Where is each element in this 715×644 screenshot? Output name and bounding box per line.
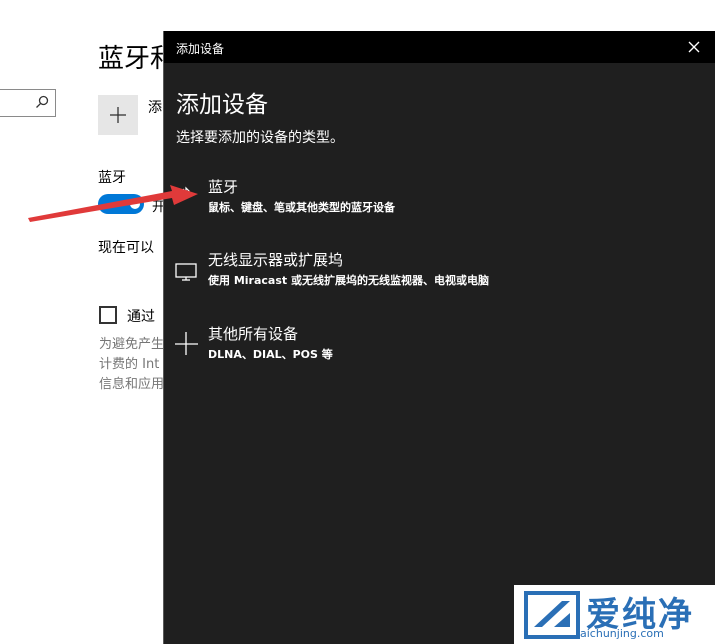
add-device-dialog: 添加设备 添加设备 选择要添加的设备的类型。 蓝牙 鼠标、键盘、笔或其他类型的蓝… bbox=[163, 31, 715, 644]
search-icon bbox=[36, 95, 49, 108]
option-other-devices[interactable]: 其他所有设备 DLNA、DIAL、POS 等 bbox=[170, 323, 690, 373]
close-icon[interactable] bbox=[687, 40, 701, 54]
option-bluetooth[interactable]: 蓝牙 鼠标、键盘、笔或其他类型的蓝牙设备 bbox=[170, 176, 690, 226]
bluetooth-icon bbox=[182, 186, 190, 200]
desc-line: 计费的 Int bbox=[99, 357, 160, 372]
watermark-url: aichunjing.com bbox=[580, 627, 664, 640]
desc-line: 信息和应用 bbox=[99, 377, 165, 392]
metered-checkbox-label: 通过 bbox=[127, 309, 155, 325]
plus-icon bbox=[110, 107, 126, 123]
metered-description: 为避免产生 计费的 Int 信息和应用 bbox=[99, 335, 164, 395]
watermark: 爱纯净 aichunjing.com bbox=[514, 585, 715, 644]
discoverable-text: 现在可以 bbox=[98, 240, 154, 256]
option-desc: 鼠标、键盘、笔或其他类型的蓝牙设备 bbox=[208, 201, 395, 214]
option-title: 无线显示器或扩展坞 bbox=[208, 251, 344, 269]
plus-icon bbox=[175, 332, 198, 355]
search-input[interactable] bbox=[0, 89, 56, 117]
option-desc: DLNA、DIAL、POS 等 bbox=[208, 348, 333, 361]
monitor-icon bbox=[175, 263, 197, 281]
desc-line: 为避免产生 bbox=[99, 337, 165, 352]
dialog-titlebar-text: 添加设备 bbox=[176, 42, 225, 56]
option-desc: 使用 Miracast 或无线扩展坞的无线监视器、电视或电脑 bbox=[208, 274, 489, 287]
metered-checkbox[interactable] bbox=[99, 306, 117, 324]
dialog-subheading: 选择要添加的设备的类型。 bbox=[176, 130, 344, 146]
bluetooth-label: 蓝牙 bbox=[98, 170, 126, 186]
option-title: 其他所有设备 bbox=[208, 325, 299, 343]
add-device-label: 添 bbox=[148, 100, 162, 116]
add-device-button[interactable] bbox=[98, 95, 138, 135]
watermark-logo-icon bbox=[524, 591, 580, 639]
option-wireless-display[interactable]: 无线显示器或扩展坞 使用 Miracast 或无线扩展坞的无线监视器、电视或电脑 bbox=[170, 249, 690, 299]
dialog-titlebar[interactable]: 添加设备 bbox=[164, 31, 715, 63]
option-title: 蓝牙 bbox=[208, 178, 239, 196]
dialog-heading: 添加设备 bbox=[176, 92, 268, 118]
bluetooth-toggle[interactable] bbox=[98, 194, 144, 214]
